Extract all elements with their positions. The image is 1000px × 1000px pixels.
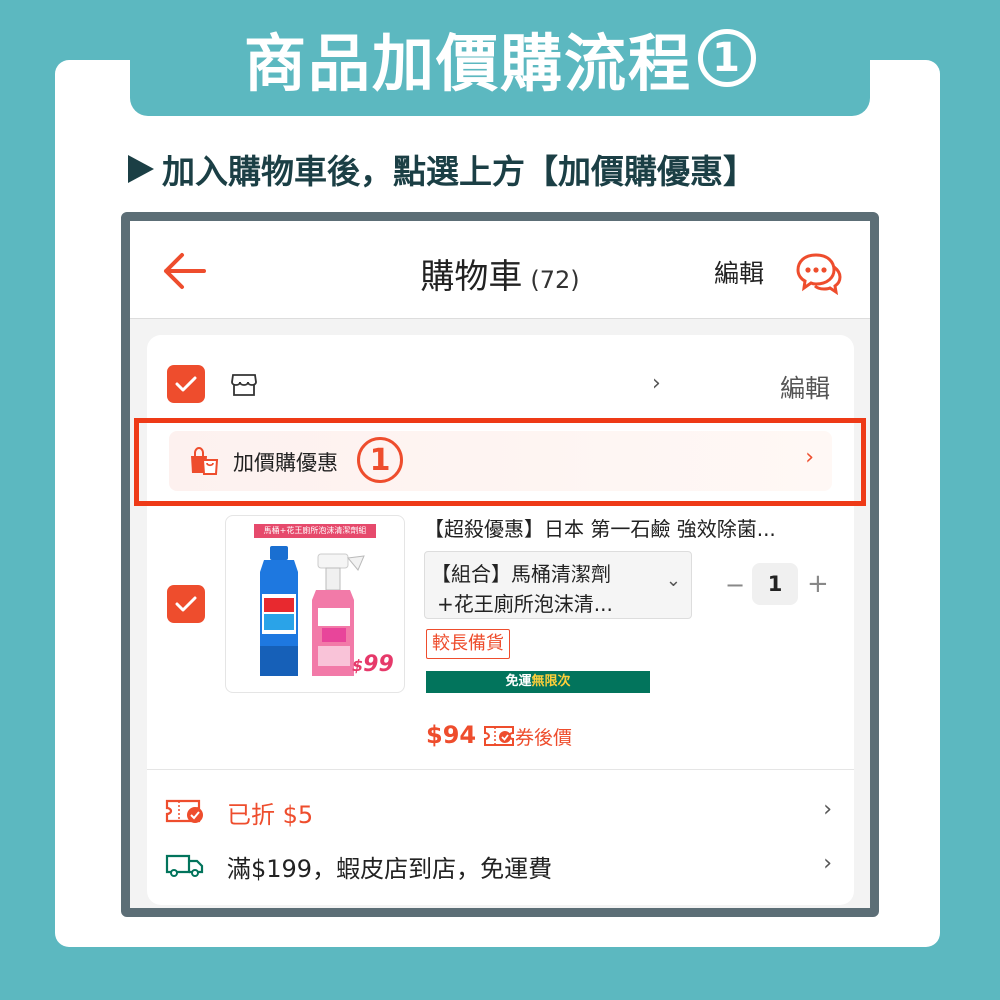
quantity-input[interactable]: 1 — [752, 563, 798, 605]
shop-card: › 編輯 加價購優惠 1 › 馬桶+花王廁所泡沫清潔劑組 $99 【超殺優惠】日… — [147, 335, 854, 905]
variant-line-2: +花王廁所泡沫清... — [437, 592, 613, 616]
discount-text: 已折 $5 — [227, 801, 314, 829]
chat-bubbles-icon[interactable] — [794, 251, 842, 295]
variant-line-1: 【組合】馬桶清潔劑 — [431, 562, 611, 586]
free-shipping-badge: 免運無限次 — [426, 671, 650, 693]
divider — [147, 769, 854, 770]
chevron-right-icon: › — [823, 851, 832, 876]
item-price: $94 — [426, 721, 477, 749]
delivery-truck-icon — [165, 854, 204, 877]
product-name[interactable]: 【超殺優惠】日本 第一石鹼 強效除菌... — [424, 513, 844, 542]
shop-checkbox[interactable] — [167, 365, 205, 403]
variant-selector[interactable]: 【組合】馬桶清潔劑 +花王廁所泡沫清... ⌄ — [424, 551, 692, 619]
shipping-text: 滿$199，蝦皮店到店，免運費 — [227, 855, 553, 883]
quantity-decrease-button[interactable]: − — [725, 571, 745, 599]
add-on-deal-row[interactable]: 加價購優惠 1 › — [169, 431, 832, 491]
store-icon — [231, 374, 257, 396]
check-icon — [175, 596, 197, 612]
shop-chevron-icon[interactable]: › — [652, 371, 661, 396]
shop-edit-button[interactable]: 編輯 — [780, 369, 830, 405]
chevron-right-icon: › — [805, 445, 814, 470]
item-checkbox[interactable] — [167, 585, 205, 623]
add-on-deal-label: 加價購優惠 — [233, 451, 338, 475]
edit-button[interactable]: 編輯 — [714, 254, 764, 290]
shipping-row[interactable]: 滿$199，蝦皮店到店，免運費 › — [147, 845, 854, 885]
chevron-right-icon: › — [823, 797, 832, 822]
step-number-marker: 1 — [357, 437, 403, 483]
instruction-text: 加入購物車後，點選上方【加價購優惠】 — [128, 145, 756, 193]
step-number-badge: 1 — [698, 29, 756, 87]
triangle-bullet-icon — [128, 155, 154, 183]
app-bar: 購物車 (72) 編輯 — [130, 221, 870, 319]
coupon-check-icon — [165, 799, 203, 823]
quantity-increase-button[interactable]: + — [807, 569, 829, 599]
page-title: 商品加價購流程 1 — [244, 13, 756, 103]
longer-prep-tag: 較長備貨 — [426, 629, 510, 659]
product-thumbnail[interactable]: 馬桶+花王廁所泡沫清潔劑組 $99 — [225, 515, 405, 693]
check-icon — [175, 376, 197, 392]
title-banner: 商品加價購流程 1 — [130, 0, 870, 116]
after-coupon-label: 券後價 — [515, 727, 573, 749]
thumbnail-price: $99 — [352, 652, 394, 677]
cart-count: (72) — [530, 266, 580, 294]
coupon-icon — [484, 726, 514, 746]
chevron-down-icon: ⌄ — [665, 570, 681, 591]
phone-screenshot: 購物車 (72) 編輯 › 編輯 加價購優惠 1 › 馬桶+花王廁所泡沫清潔劑組… — [121, 212, 879, 917]
discount-row[interactable]: 已折 $5 › — [147, 791, 854, 831]
shopping-bag-icon — [191, 447, 219, 475]
